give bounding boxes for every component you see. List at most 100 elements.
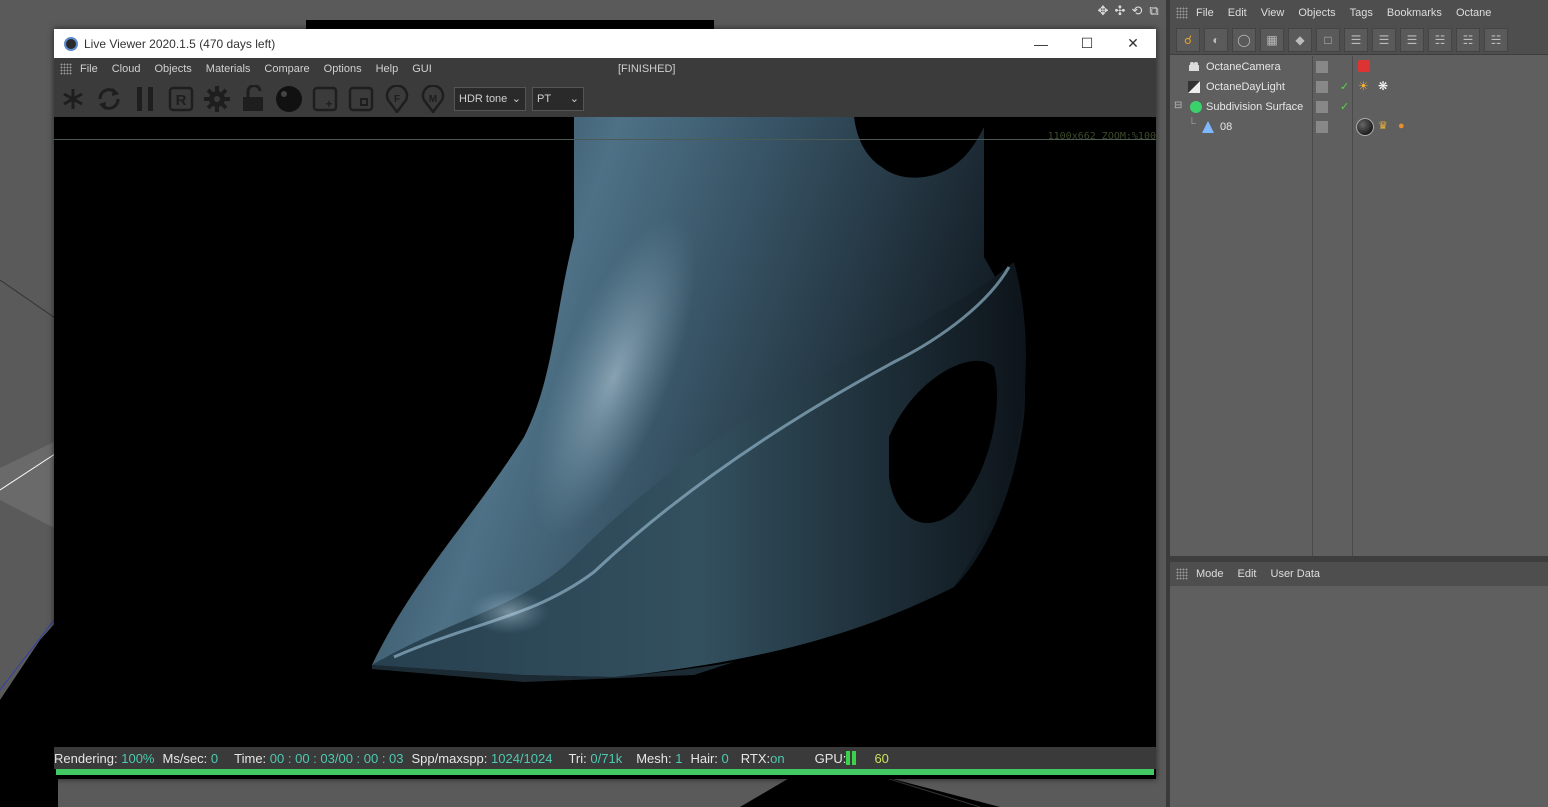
grip-icon — [60, 63, 72, 75]
om-menu-edit[interactable]: Edit — [1228, 7, 1247, 19]
window-titlebar[interactable]: Live Viewer 2020.1.5 (470 days left) — ☐… — [54, 29, 1156, 58]
om-menu-file[interactable]: File — [1196, 7, 1214, 19]
om-menu-bookmarks[interactable]: Bookmarks — [1387, 7, 1442, 19]
focus-pick-icon[interactable]: F — [382, 84, 412, 114]
viewer-toolbar: R + F M HDR tone ⌄ PT ⌄ — [54, 80, 1156, 117]
list-view-icon[interactable]: ☰ — [1400, 28, 1424, 52]
material-pick-icon[interactable]: M — [418, 84, 448, 114]
visibility-toggle-icon[interactable] — [1316, 61, 1328, 73]
restart-icon[interactable] — [94, 84, 124, 114]
mssec-value: 0 — [210, 750, 219, 766]
object-row-octane-camera[interactable]: OctaneCamera — [1170, 57, 1548, 77]
close-button[interactable]: ✕ — [1110, 29, 1156, 58]
om-menu-tags[interactable]: Tags — [1350, 7, 1373, 19]
tree-view-icon[interactable]: ☵ — [1484, 28, 1508, 52]
visibility-toggle-icon[interactable] — [1316, 101, 1328, 113]
material-tag-icon[interactable] — [1356, 118, 1374, 136]
polygon-object-icon — [1202, 121, 1214, 133]
daylight-icon — [1188, 81, 1200, 93]
object-manager-toolbar: ☌ ◐ ◯ ▦ ◆ □ ☰ ☰ ☰ ☵ ☵ ☵ — [1170, 26, 1548, 55]
hair-value: 0 — [721, 750, 729, 766]
mesh-label: Mesh: — [636, 750, 672, 766]
visibility-toggle-icon[interactable] — [1316, 81, 1328, 93]
mesh-value: 1 — [675, 750, 683, 766]
list-view-icon[interactable]: ☰ — [1344, 28, 1368, 52]
tag-filter-icon[interactable]: □ — [1316, 28, 1340, 52]
object-manager-menubar: File Edit View Objects Tags Bookmarks Oc… — [1170, 0, 1548, 26]
grip-icon — [1176, 7, 1188, 19]
collapse-icon[interactable]: ⊟ — [1174, 101, 1186, 113]
selection-filter-icon[interactable]: ◯ — [1232, 28, 1256, 52]
svg-text:+: + — [325, 97, 332, 111]
object-row-octane-daylight[interactable]: OctaneDayLight ✓ ☀ ❋ — [1170, 77, 1548, 97]
spp-value: 1024/1024 — [491, 750, 553, 766]
menu-file[interactable]: File — [80, 63, 98, 75]
menu-materials[interactable]: Materials — [206, 63, 251, 75]
menu-options[interactable]: Options — [324, 63, 362, 75]
send-scene-icon[interactable] — [58, 84, 88, 114]
hierarchy-icon[interactable]: ▦ — [1260, 28, 1284, 52]
chevron-down-icon: ⌄ — [569, 93, 579, 105]
object-row-subdivision-surface[interactable]: ⊟ Subdivision Surface ✓ — [1170, 97, 1548, 117]
pause-icon[interactable] — [130, 84, 160, 114]
move-icon[interactable]: ✥ — [1096, 3, 1110, 18]
om-menu-octane[interactable]: Octane — [1456, 7, 1491, 19]
rotate-icon[interactable]: ⟲ — [1130, 3, 1144, 18]
settings-gear-icon[interactable] — [202, 84, 232, 114]
lock-icon[interactable] — [238, 84, 268, 114]
tonemap-select[interactable]: HDR tone ⌄ — [454, 86, 526, 111]
sun-tag-icon[interactable]: ☀ — [1358, 80, 1370, 92]
hair-label: Hair: — [690, 750, 718, 766]
minimize-button[interactable]: — — [1018, 29, 1064, 58]
subdivision-icon — [1190, 101, 1202, 113]
maximize-icon[interactable]: ⧉ — [1147, 3, 1161, 18]
object-name: OctaneDayLight — [1206, 81, 1285, 93]
spp-label: Spp/maxspp: — [411, 750, 488, 766]
cinema4d-logo-icon — [64, 36, 78, 51]
maximize-button[interactable]: ☐ — [1064, 29, 1110, 58]
render-canvas[interactable]: 1100x662 ZOOM:%100 — [54, 117, 1156, 747]
region-square-icon[interactable] — [346, 84, 376, 114]
scene-filter-icon[interactable]: ◐ — [1204, 28, 1228, 52]
menu-cloud[interactable]: Cloud — [112, 63, 141, 75]
camera-icon — [1188, 61, 1200, 73]
object-name: OctaneCamera — [1206, 61, 1281, 73]
menu-gui[interactable]: GUI — [412, 63, 432, 75]
list-view-icon[interactable]: ☰ — [1372, 28, 1396, 52]
octane-camera-tag-icon[interactable] — [1358, 60, 1370, 72]
pan-icon[interactable]: ✣ — [1113, 3, 1127, 18]
menu-help[interactable]: Help — [376, 63, 399, 75]
svg-text:F: F — [394, 94, 400, 105]
live-viewer-window: Live Viewer 2020.1.5 (470 days left) — ☐… — [54, 29, 1156, 779]
om-menu-objects[interactable]: Objects — [1298, 7, 1335, 19]
om-menu-view[interactable]: View — [1261, 7, 1285, 19]
tree-view-icon[interactable]: ☵ — [1428, 28, 1452, 52]
time-label: Time: — [234, 750, 267, 766]
tri-label: Tri: — [568, 750, 587, 766]
object-row-08[interactable]: └ 08 ♛ ● — [1170, 117, 1548, 137]
am-menu-mode[interactable]: Mode — [1196, 568, 1224, 580]
add-region-icon[interactable]: + — [310, 84, 340, 114]
kernel-select[interactable]: PT ⌄ — [532, 86, 584, 111]
render-progress-bar — [56, 769, 1154, 775]
grip-icon — [1176, 568, 1188, 580]
layer-icon[interactable]: ◆ — [1288, 28, 1312, 52]
am-menu-user-data[interactable]: User Data — [1271, 568, 1321, 580]
menu-compare[interactable]: Compare — [264, 63, 309, 75]
enabled-check-icon[interactable]: ✓ — [1340, 100, 1349, 113]
tree-view-icon[interactable]: ☵ — [1456, 28, 1480, 52]
material-ball-icon[interactable] — [274, 84, 304, 114]
light-tag-icon[interactable]: ❋ — [1378, 80, 1390, 92]
am-menu-edit[interactable]: Edit — [1238, 568, 1257, 580]
zoom-readout: 1100x662 ZOOM:%100 — [1047, 131, 1156, 142]
visibility-toggle-icon[interactable] — [1316, 121, 1328, 133]
compositing-tag-icon[interactable]: ● — [1398, 121, 1410, 133]
menu-objects[interactable]: Objects — [154, 63, 191, 75]
region-render-icon[interactable]: R — [166, 84, 196, 114]
object-tag-icon[interactable]: ♛ — [1378, 121, 1390, 133]
kernel-select-value: PT — [537, 92, 552, 105]
enabled-check-icon[interactable]: ✓ — [1340, 80, 1349, 93]
viewer-guide-line — [54, 139, 1156, 140]
search-object-icon[interactable]: ☌ — [1176, 28, 1200, 52]
object-list: OctaneCamera OctaneDayLight ✓ ☀ ❋ ⊟ Subd… — [1170, 56, 1548, 556]
